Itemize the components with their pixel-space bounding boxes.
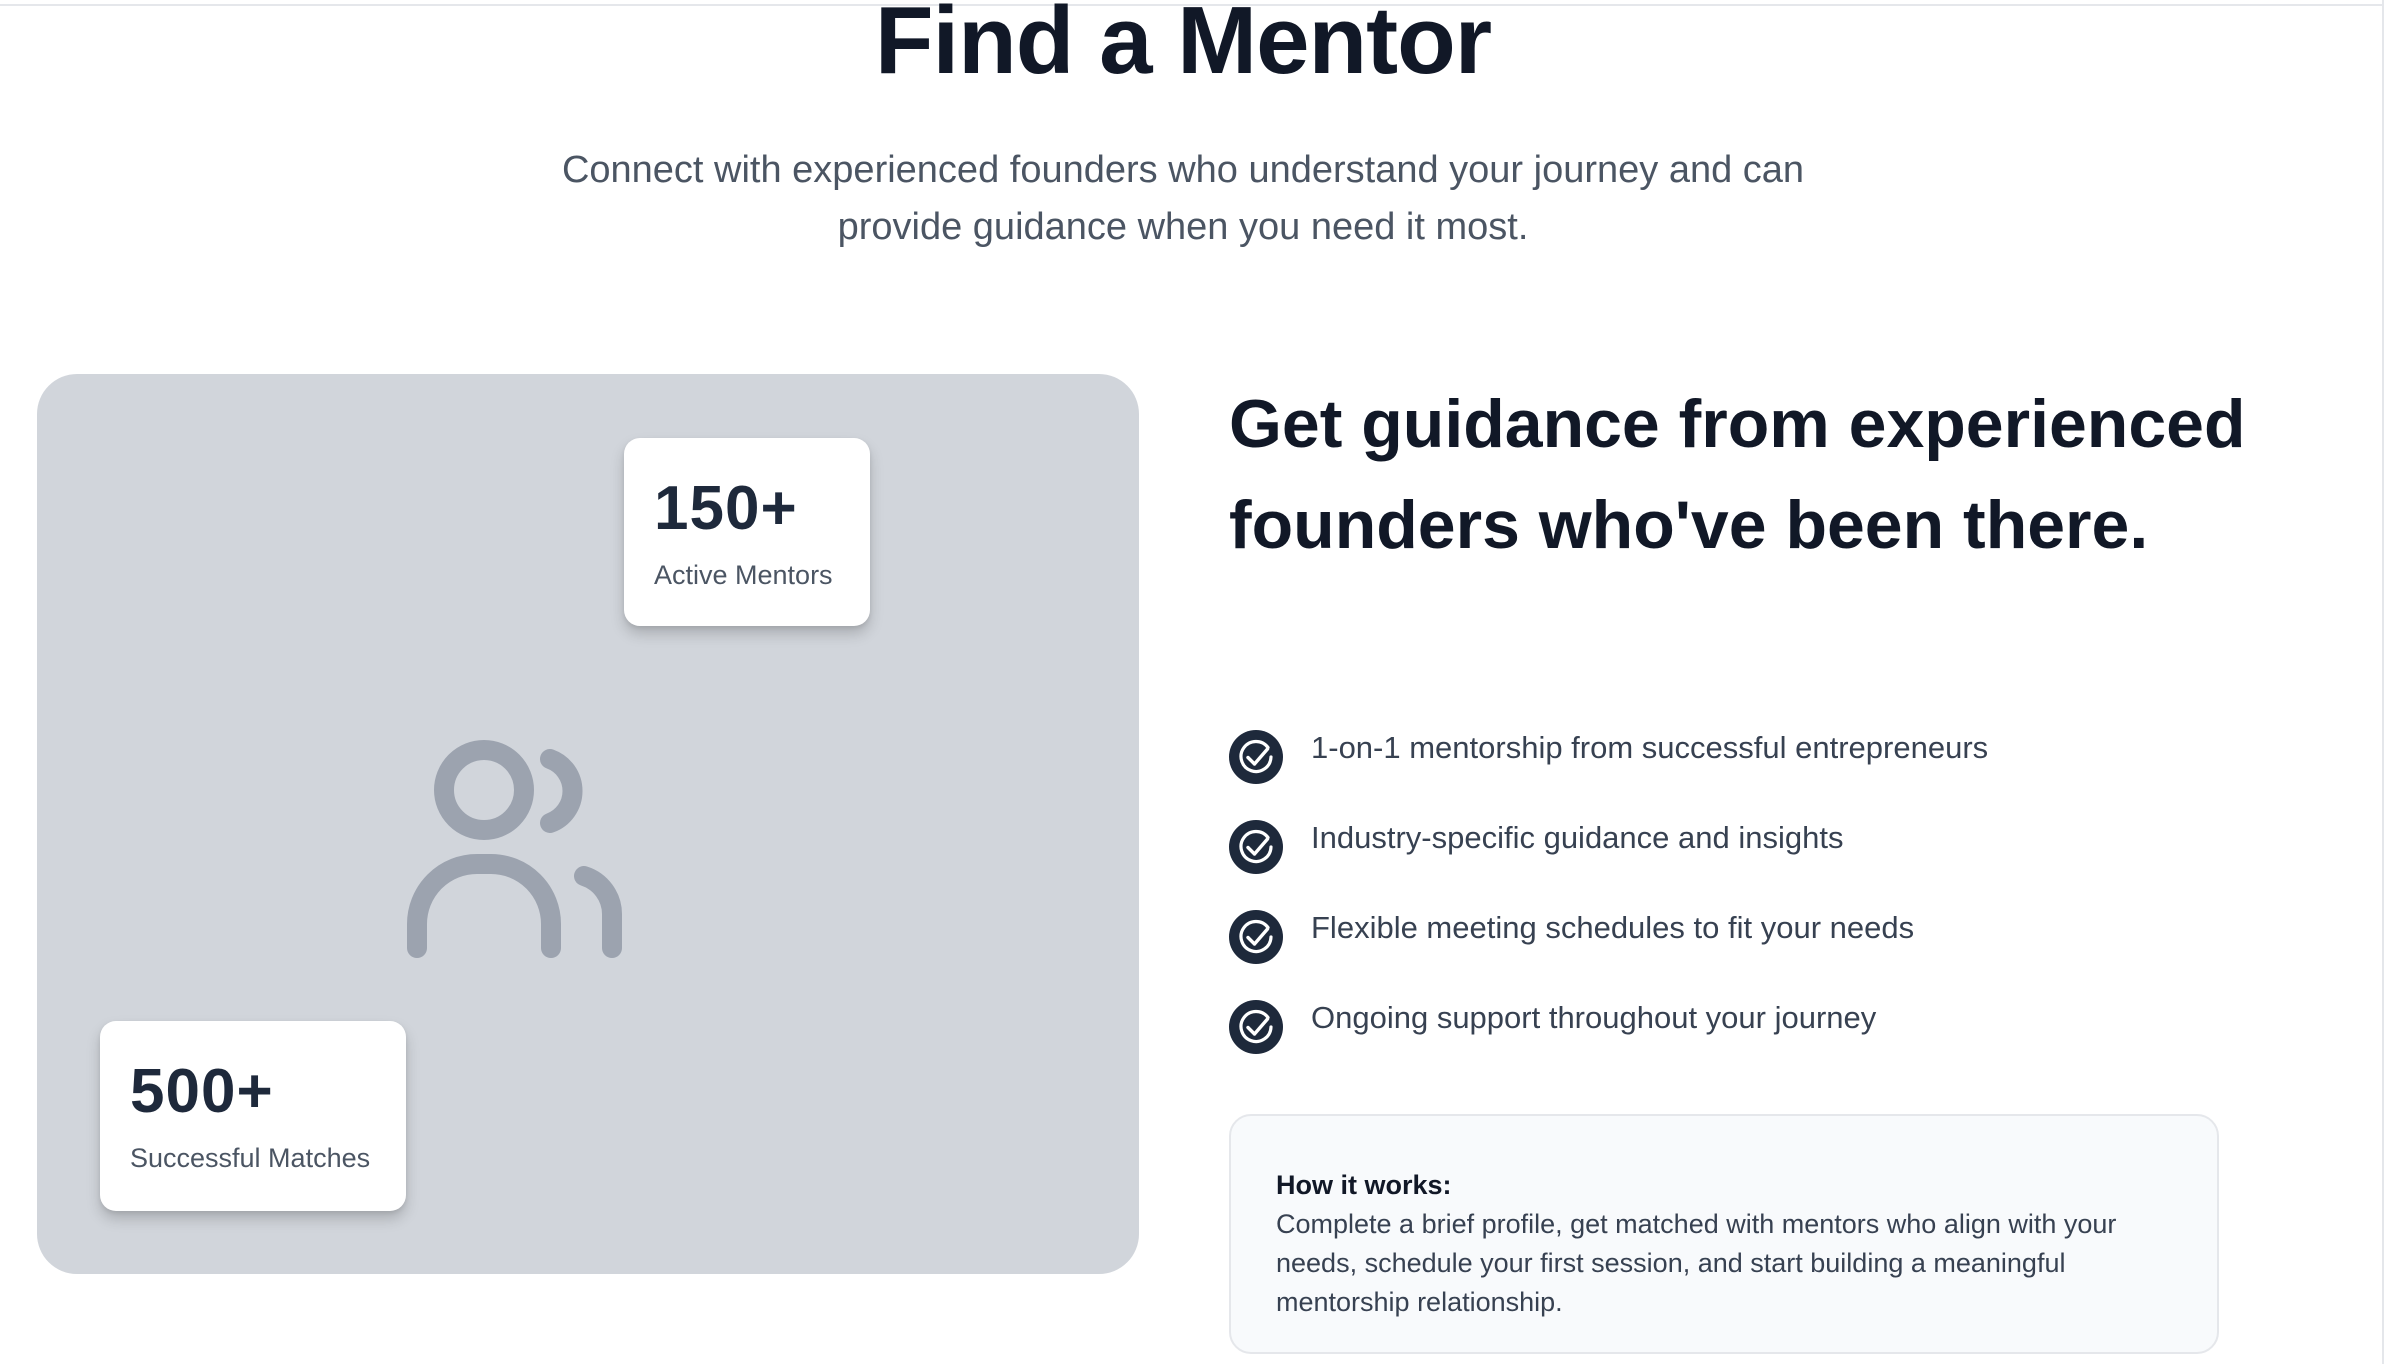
feature-list: 1-on-1 mentorship from successful entrep… bbox=[1229, 728, 1988, 1088]
page-title: Find a Mentor bbox=[874, 0, 1492, 94]
list-item: Ongoing support throughout your journey bbox=[1229, 998, 1988, 1088]
users-icon bbox=[407, 740, 622, 958]
list-item: 1-on-1 mentorship from successful entrep… bbox=[1229, 728, 1988, 818]
page-subtitle: Connect with experienced founders who un… bbox=[561, 149, 1805, 248]
feature-text: 1-on-1 mentorship from successful entrep… bbox=[1311, 730, 1989, 765]
stat-label: Active Mentors bbox=[654, 560, 833, 590]
stat-label: Successful Matches bbox=[130, 1143, 371, 1173]
check-circle-icon bbox=[1229, 730, 1283, 784]
feature-text: Ongoing support throughout your journey bbox=[1311, 1000, 1877, 1035]
list-item: Flexible meeting schedules to fit your n… bbox=[1229, 908, 1988, 998]
check-circle-icon bbox=[1229, 1000, 1283, 1054]
how-it-works-title: How it works: bbox=[1276, 1170, 1452, 1200]
how-it-works-box: How it works: Complete a brief profile, … bbox=[1229, 1114, 2219, 1354]
stat-card-successful-matches: 500+ Successful Matches bbox=[100, 1021, 406, 1211]
feature-text: Flexible meeting schedules to fit your n… bbox=[1311, 910, 1915, 945]
stat-value: 150+ bbox=[654, 474, 798, 543]
check-circle-icon bbox=[1229, 910, 1283, 964]
illustration-panel: 150+ Active Mentors 500+ Successful Matc… bbox=[37, 374, 1139, 1274]
check-circle-icon bbox=[1229, 820, 1283, 874]
how-it-works-body: Complete a brief profile, get matched wi… bbox=[1276, 1209, 2117, 1317]
stat-card-active-mentors: 150+ Active Mentors bbox=[624, 438, 870, 626]
list-item: Industry-specific guidance and insights bbox=[1229, 818, 1988, 908]
feature-text: Industry-specific guidance and insights bbox=[1311, 820, 1844, 855]
stat-value: 500+ bbox=[130, 1057, 274, 1126]
section-heading: Get guidance from experienced founders w… bbox=[1229, 386, 2246, 563]
